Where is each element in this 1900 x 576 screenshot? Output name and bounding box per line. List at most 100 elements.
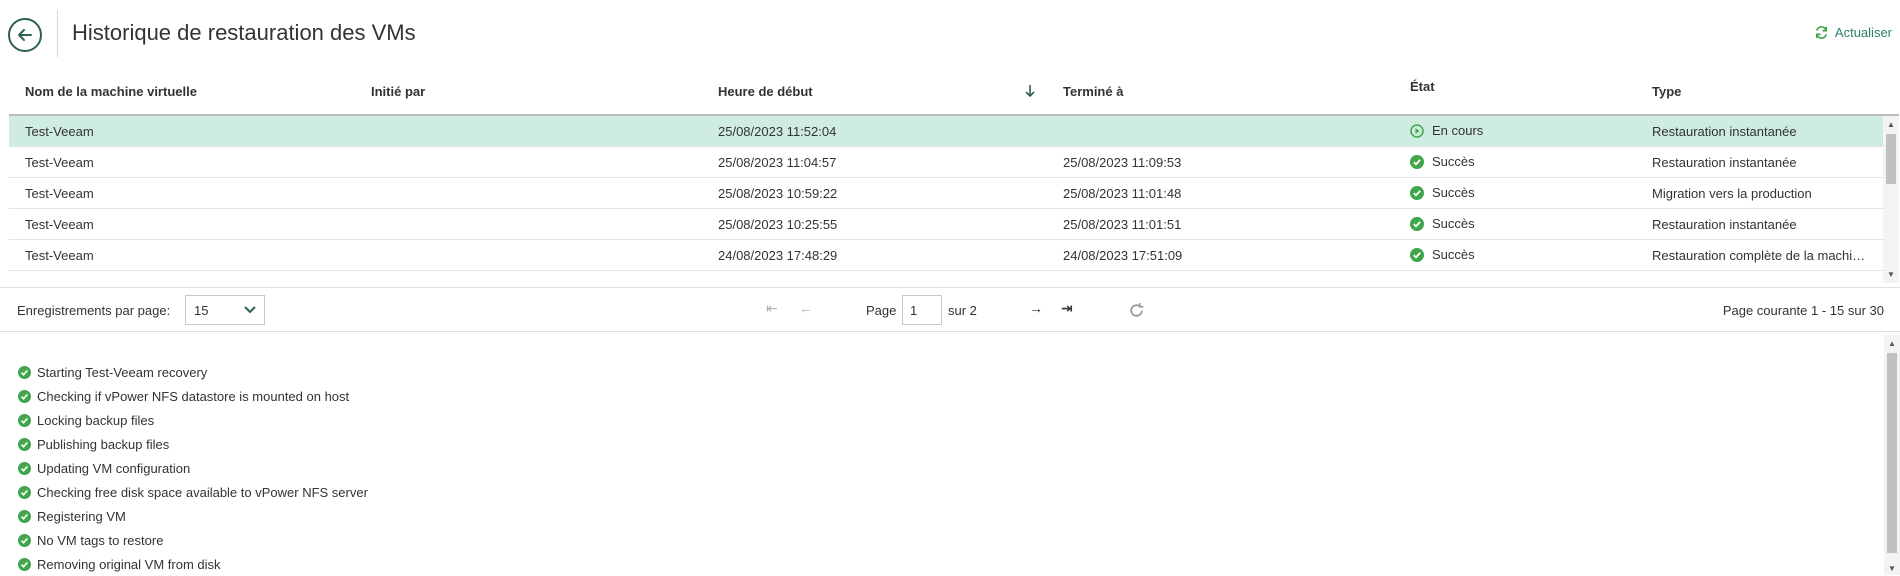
arrow-left-icon bbox=[18, 29, 32, 41]
log-item: Publishing backup files bbox=[18, 432, 368, 456]
grid-scrollbar-thumb[interactable] bbox=[1886, 134, 1896, 184]
log-item: Locking backup files bbox=[18, 408, 368, 432]
column-header-initiated-by[interactable]: Initié par bbox=[371, 84, 425, 99]
log-item: Starting Test-Veeam recovery bbox=[18, 360, 368, 384]
page-range-label: Page courante 1 - 15 sur 30 bbox=[1722, 303, 1884, 318]
log-item: Checking if vPower NFS datastore is moun… bbox=[18, 384, 368, 408]
cell-vm-name: Test-Veeam bbox=[25, 155, 94, 170]
log-item-text: Locking backup files bbox=[37, 412, 155, 428]
table-row[interactable]: Test-Veeam 24/08/2023 17:48:29 24/08/202… bbox=[9, 240, 1883, 271]
cell-state: Succès bbox=[1410, 185, 1475, 200]
page-number-input[interactable] bbox=[902, 295, 942, 325]
log-scrollbar-thumb[interactable] bbox=[1887, 353, 1897, 553]
cell-state: Succès bbox=[1410, 154, 1475, 169]
refresh-icon bbox=[1815, 26, 1827, 39]
check-circle-icon bbox=[18, 509, 31, 523]
grid-body: Test-Veeam 25/08/2023 11:52:04 En cours … bbox=[9, 116, 1883, 283]
next-page-icon[interactable]: → bbox=[1029, 300, 1043, 316]
column-header-state[interactable]: État bbox=[1410, 79, 1435, 94]
cell-vm-name: Test-Veeam bbox=[25, 124, 94, 139]
cell-type: Restauration instantanée bbox=[1652, 155, 1797, 170]
sort-descending-icon[interactable] bbox=[1024, 82, 1036, 100]
log-item-text: Removing original VM from disk bbox=[37, 556, 221, 572]
back-button[interactable] bbox=[8, 18, 42, 52]
table-row[interactable]: Test-Veeam 25/08/2023 11:52:04 En cours … bbox=[9, 116, 1883, 147]
scroll-down-icon[interactable]: ▼ bbox=[1887, 270, 1895, 279]
state-label: Succès bbox=[1432, 247, 1475, 262]
page-label: Page bbox=[866, 303, 897, 318]
scroll-up-icon[interactable]: ▲ bbox=[1887, 120, 1895, 129]
log-item: No VM tags to restore bbox=[18, 528, 368, 552]
check-circle-icon bbox=[18, 437, 31, 451]
check-circle-icon bbox=[1410, 247, 1424, 262]
page-header: Historique de restauration des VMs Actua… bbox=[0, 0, 1900, 72]
check-circle-icon bbox=[18, 461, 31, 475]
session-log-panel: Starting Test-Veeam recovery Checking if… bbox=[0, 333, 1900, 575]
cell-vm-name: Test-Veeam bbox=[25, 248, 94, 263]
log-item: Updating VM configuration bbox=[18, 456, 368, 480]
cell-vm-name: Test-Veeam bbox=[25, 186, 94, 201]
state-label: Succès bbox=[1432, 185, 1475, 200]
records-per-page-value: 15 bbox=[194, 302, 209, 318]
table-row[interactable]: Test-Veeam 25/08/2023 10:59:22 25/08/202… bbox=[9, 178, 1883, 209]
column-header-end-time[interactable]: Terminé à bbox=[1063, 84, 1123, 99]
previous-page-icon[interactable]: ← bbox=[799, 300, 813, 316]
pagination-bar: Enregistrements par page: 15 ⇤ ← Page su… bbox=[0, 287, 1900, 332]
column-header-start-time[interactable]: Heure de début bbox=[718, 84, 813, 99]
cell-vm-name: Test-Veeam bbox=[25, 217, 94, 232]
table-row[interactable]: Test-Veeam 25/08/2023 11:04:57 25/08/202… bbox=[9, 147, 1883, 178]
check-circle-icon bbox=[18, 485, 31, 499]
refresh-label: Actualiser bbox=[1834, 25, 1892, 40]
log-item-text: Checking free disk space available to vP… bbox=[37, 484, 368, 500]
column-header-type[interactable]: Type bbox=[1652, 84, 1867, 99]
column-header-vm-name[interactable]: Nom de la machine virtuelle bbox=[25, 84, 197, 99]
cell-end-time: 25/08/2023 11:09:53 bbox=[1063, 155, 1182, 170]
header-divider bbox=[57, 10, 58, 57]
records-per-page-label: Enregistrements par page: bbox=[17, 303, 171, 318]
cell-state: En cours bbox=[1410, 123, 1483, 138]
cell-end-time: 25/08/2023 11:01:48 bbox=[1063, 186, 1182, 201]
cell-end-time: 24/08/2023 17:51:09 bbox=[1063, 248, 1183, 263]
state-label: Succès bbox=[1432, 154, 1475, 169]
grid-header: Nom de la machine virtuelle Initié par H… bbox=[9, 72, 1899, 116]
cell-type: Restauration instantanée bbox=[1652, 217, 1797, 232]
log-item-text: Starting Test-Veeam recovery bbox=[37, 364, 208, 380]
cell-start-time: 25/08/2023 10:25:55 bbox=[718, 217, 838, 232]
log-item: Registering VM bbox=[18, 504, 368, 528]
play-circle-icon bbox=[1410, 123, 1424, 138]
log-item-text: Registering VM bbox=[37, 508, 126, 524]
check-circle-icon bbox=[18, 413, 31, 427]
first-page-icon[interactable]: ⇤ bbox=[766, 300, 778, 317]
log-item-text: Updating VM configuration bbox=[37, 460, 191, 476]
check-circle-icon bbox=[1410, 185, 1424, 200]
scroll-down-icon[interactable]: ▼ bbox=[1888, 564, 1896, 573]
records-per-page-select[interactable]: 15 bbox=[185, 295, 265, 325]
log-item-text: Checking if vPower NFS datastore is moun… bbox=[37, 388, 350, 404]
chevron-down-icon bbox=[244, 306, 256, 314]
cell-type: Migration vers la production bbox=[1652, 186, 1812, 201]
log-scrollbar[interactable]: ▲ ▼ bbox=[1884, 335, 1900, 575]
grid-scrollbar[interactable]: ▲ ▼ bbox=[1883, 116, 1899, 283]
table-row[interactable]: Test-Veeam 25/08/2023 10:25:55 25/08/202… bbox=[9, 209, 1883, 240]
check-circle-icon bbox=[18, 533, 31, 547]
refresh-link[interactable]: Actualiser bbox=[1814, 25, 1892, 40]
check-circle-icon bbox=[1410, 216, 1424, 231]
cell-start-time: 25/08/2023 10:59:22 bbox=[718, 186, 838, 201]
log-item: Removing original VM from disk bbox=[18, 552, 368, 576]
cell-type: Restauration instantanée bbox=[1652, 124, 1797, 139]
cell-start-time: 25/08/2023 11:04:57 bbox=[718, 155, 837, 170]
cell-type: Restauration complète de la machine virt… bbox=[1652, 248, 1867, 263]
check-circle-icon bbox=[18, 557, 31, 571]
restore-history-grid: Nom de la machine virtuelle Initié par H… bbox=[9, 72, 1899, 283]
log-item-text: Publishing backup files bbox=[37, 436, 170, 452]
page-total-label: sur 2 bbox=[948, 303, 977, 318]
reload-icon[interactable] bbox=[1128, 302, 1145, 319]
page-title: Historique de restauration des VMs bbox=[72, 20, 416, 45]
state-label: Succès bbox=[1432, 216, 1475, 231]
check-circle-icon bbox=[18, 365, 31, 379]
check-circle-icon bbox=[18, 389, 31, 403]
cell-state: Succès bbox=[1410, 216, 1475, 231]
last-page-icon[interactable]: ⇥ bbox=[1061, 300, 1073, 317]
cell-state: Succès bbox=[1410, 247, 1475, 262]
scroll-up-icon[interactable]: ▲ bbox=[1888, 339, 1896, 348]
